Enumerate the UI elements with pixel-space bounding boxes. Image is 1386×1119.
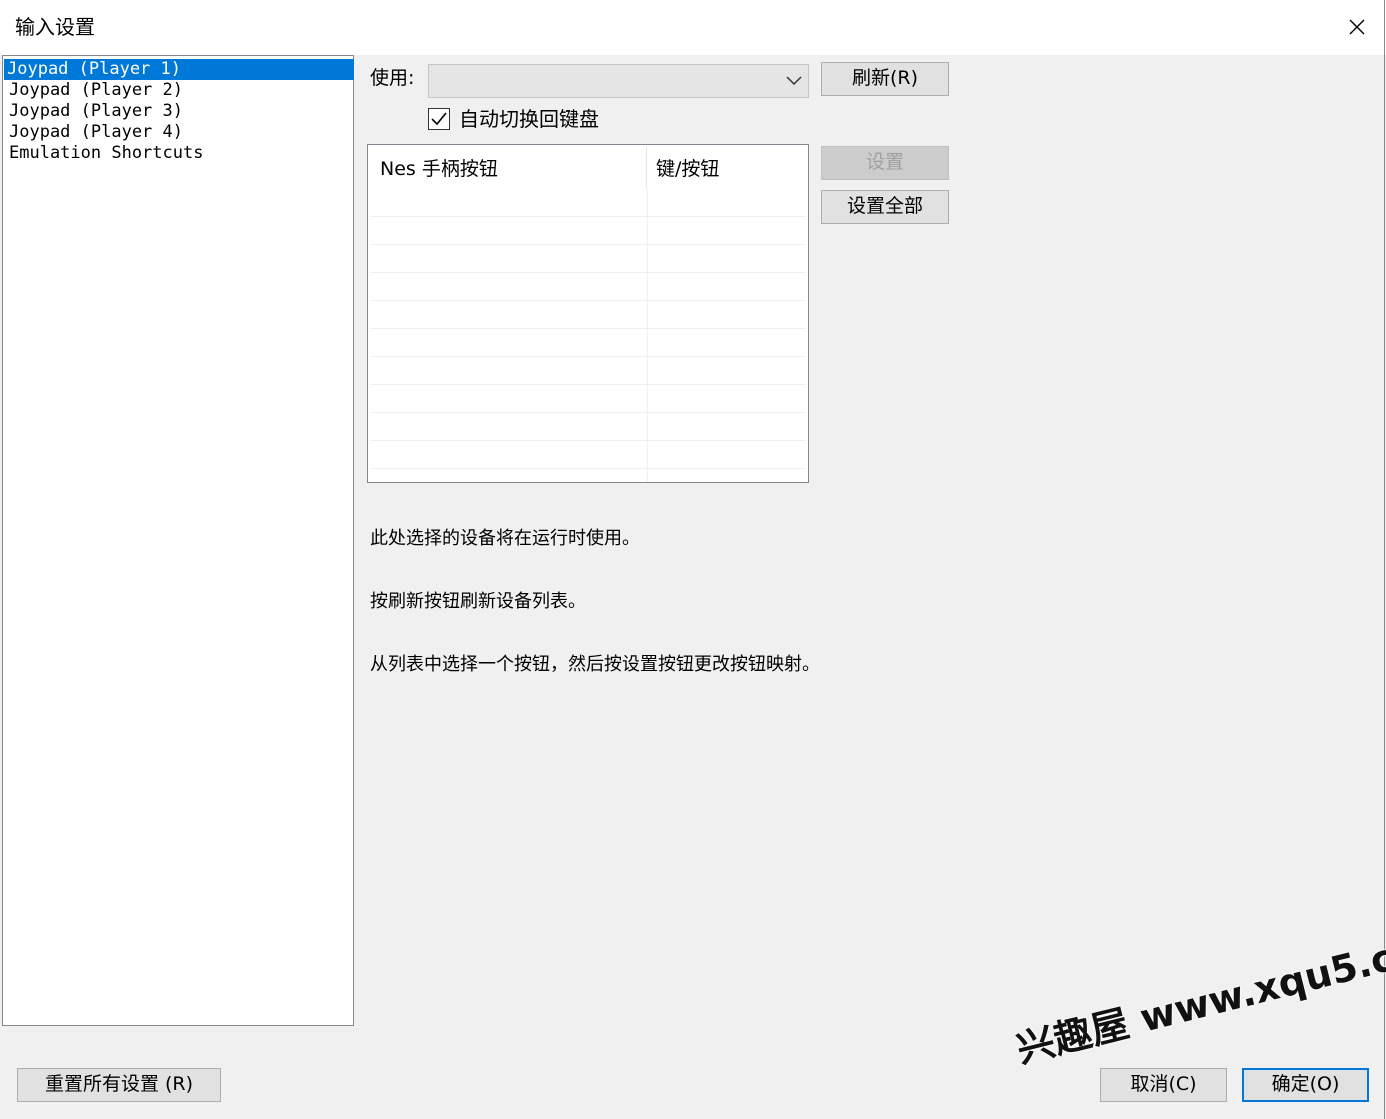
close-icon <box>1349 19 1365 35</box>
table-row-divider <box>370 216 806 217</box>
column-header-key-button[interactable]: 键/按钮 <box>656 155 719 183</box>
chevron-down-icon <box>786 76 802 86</box>
help-line-2: 按刷新按钮刷新设备列表。 <box>370 591 586 612</box>
column-header-nes-button[interactable]: Nes 手柄按钮 <box>380 155 498 183</box>
table-row-divider <box>370 356 806 357</box>
use-label: 使用: <box>370 67 415 89</box>
table-row-divider <box>370 412 806 413</box>
set-button[interactable]: 设置 <box>821 146 949 180</box>
close-button[interactable] <box>1328 0 1386 55</box>
table-row-divider <box>370 384 806 385</box>
help-text: 此处选择的设备将在运行时使用。 按刷新按钮刷新设备列表。 从列表中选择一个按钮，… <box>370 486 820 696</box>
device-item-player-3[interactable]: Joypad (Player 3) <box>6 101 354 122</box>
cancel-button[interactable]: 取消(C) <box>1100 1068 1227 1102</box>
checkmark-icon <box>431 112 447 126</box>
device-combobox[interactable] <box>428 64 809 98</box>
title-bar: 输入设置 <box>0 0 1386 55</box>
reset-all-button[interactable]: 重置所有设置 (R) <box>17 1068 221 1102</box>
table-row-divider <box>370 440 806 441</box>
table-row-divider <box>370 300 806 301</box>
help-line-1: 此处选择的设备将在运行时使用。 <box>370 528 640 549</box>
device-item-emulation-shortcuts[interactable]: Emulation Shortcuts <box>6 143 354 164</box>
table-row-divider <box>370 328 806 329</box>
refresh-button[interactable]: 刷新(R) <box>821 62 949 96</box>
device-item-player-4[interactable]: Joypad (Player 4) <box>6 122 354 143</box>
set-all-button[interactable]: 设置全部 <box>821 190 949 224</box>
device-item-player-2[interactable]: Joypad (Player 2) <box>6 80 354 101</box>
table-row-divider <box>370 244 806 245</box>
table-row-divider <box>370 272 806 273</box>
device-item-player-1[interactable]: Joypad (Player 1) <box>4 59 354 80</box>
ok-button[interactable]: 确定(O) <box>1242 1068 1369 1102</box>
auto-switch-label[interactable]: 自动切换回键盘 <box>459 104 599 134</box>
auto-switch-checkbox[interactable] <box>428 108 450 130</box>
column-header-divider[interactable] <box>646 147 647 189</box>
button-mapping-table[interactable]: Nes 手柄按钮 键/按钮 <box>367 144 809 483</box>
window-title: 输入设置 <box>15 15 95 39</box>
device-list[interactable]: Joypad (Player 1) Joypad (Player 2) Joyp… <box>2 55 354 1026</box>
help-line-3: 从列表中选择一个按钮，然后按设置按钮更改按钮映射。 <box>370 654 820 675</box>
table-row-divider <box>370 468 806 469</box>
watermark: 兴趣屋 www.xqu5.com <box>1012 919 1386 1072</box>
column-divider <box>647 189 648 482</box>
